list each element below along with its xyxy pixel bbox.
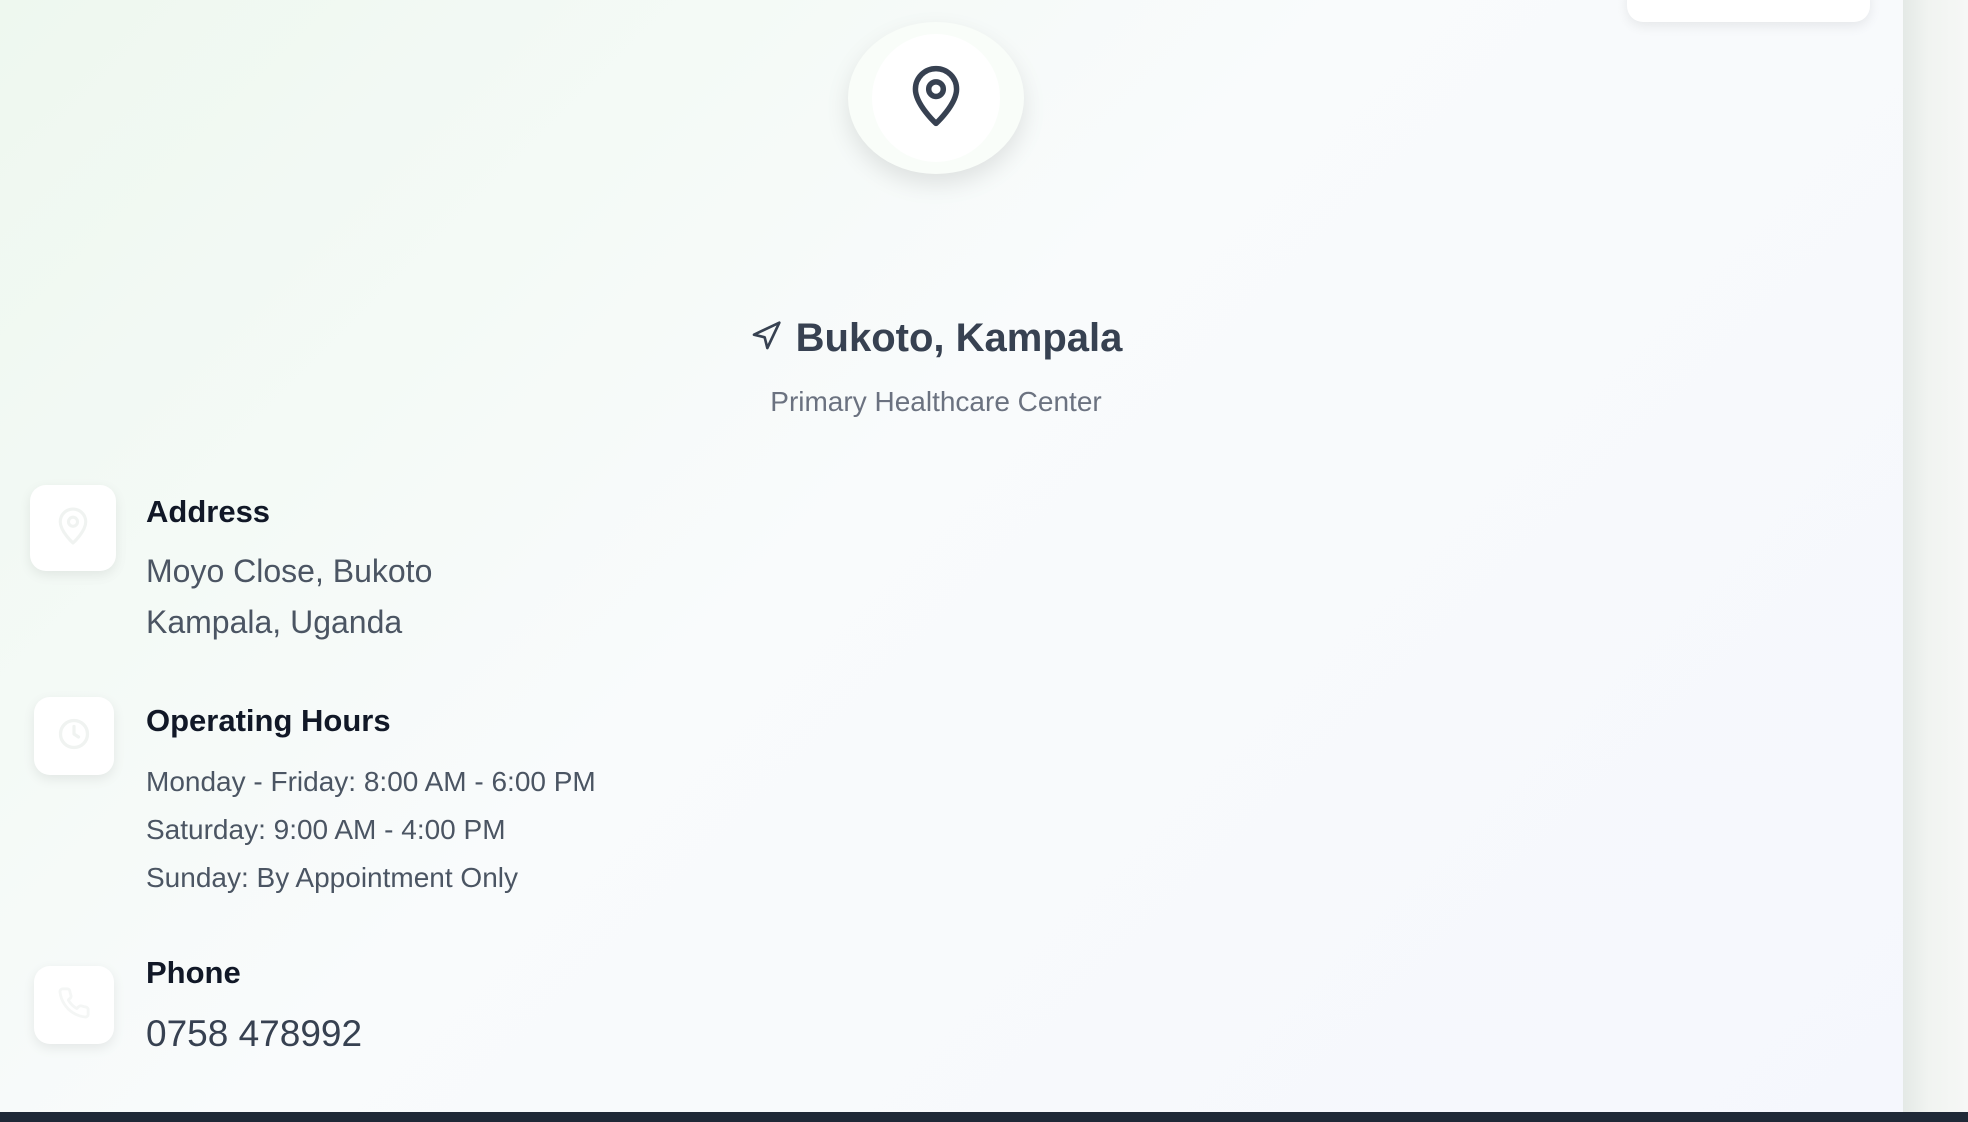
hours-line-weekdays: Monday - Friday: 8:00 AM - 6:00 PM — [146, 766, 596, 797]
address-icon-tile — [30, 485, 116, 571]
location-pin-badge — [848, 22, 1024, 174]
location-title: Bukoto, Kampala — [0, 312, 1872, 364]
address-label: Address — [146, 494, 271, 529]
hours-label: Operating Hours — [146, 703, 391, 738]
address-line-1: Moyo Close, Bukoto — [146, 553, 433, 589]
hours-line-saturday: Saturday: 9:00 AM - 4:00 PM — [146, 814, 506, 845]
location-title-text: Bukoto, Kampala — [795, 315, 1123, 360]
scrollbar-track[interactable] — [1903, 0, 1968, 1112]
map-pin-icon — [56, 506, 90, 551]
phone-label: Phone — [146, 955, 241, 990]
location-pin-inner — [872, 34, 1000, 162]
phone-icon — [57, 986, 91, 1025]
navigation-arrow-icon — [750, 320, 782, 357]
address-line-2: Kampala, Uganda — [146, 604, 403, 640]
clock-icon — [56, 716, 92, 757]
top-action-button[interactable] — [1627, 0, 1870, 22]
hours-icon-tile — [34, 697, 114, 775]
bottom-bar — [0, 1112, 1968, 1122]
map-pin-icon — [908, 64, 964, 133]
phone-number[interactable]: 0758 478992 — [146, 1013, 362, 1055]
hours-line-sunday: Sunday: By Appointment Only — [146, 862, 518, 893]
phone-icon-tile — [34, 966, 114, 1044]
location-subtitle: Primary Healthcare Center — [770, 386, 1102, 417]
